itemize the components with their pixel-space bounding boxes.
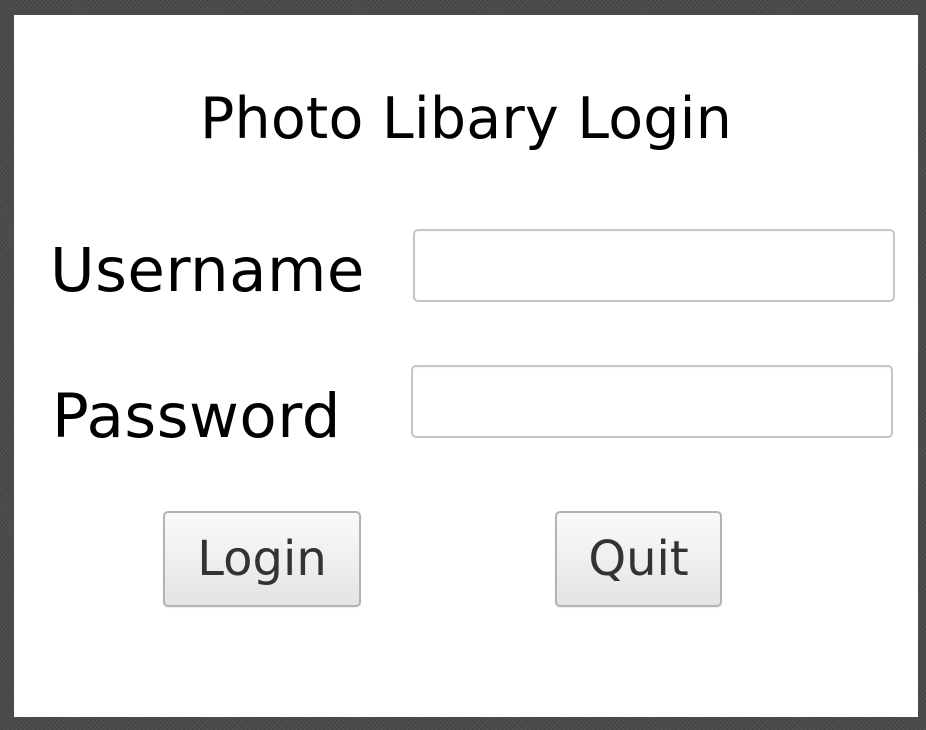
quit-button[interactable]: Quit [555, 511, 722, 607]
username-input[interactable] [413, 229, 895, 302]
password-label: Password [52, 381, 341, 452]
login-window: Photo Libary Login Username Password Log… [14, 15, 918, 717]
login-button[interactable]: Login [163, 511, 361, 607]
password-input[interactable] [411, 365, 893, 438]
username-label: Username [50, 235, 365, 306]
window-title: Photo Libary Login [199, 86, 733, 152]
